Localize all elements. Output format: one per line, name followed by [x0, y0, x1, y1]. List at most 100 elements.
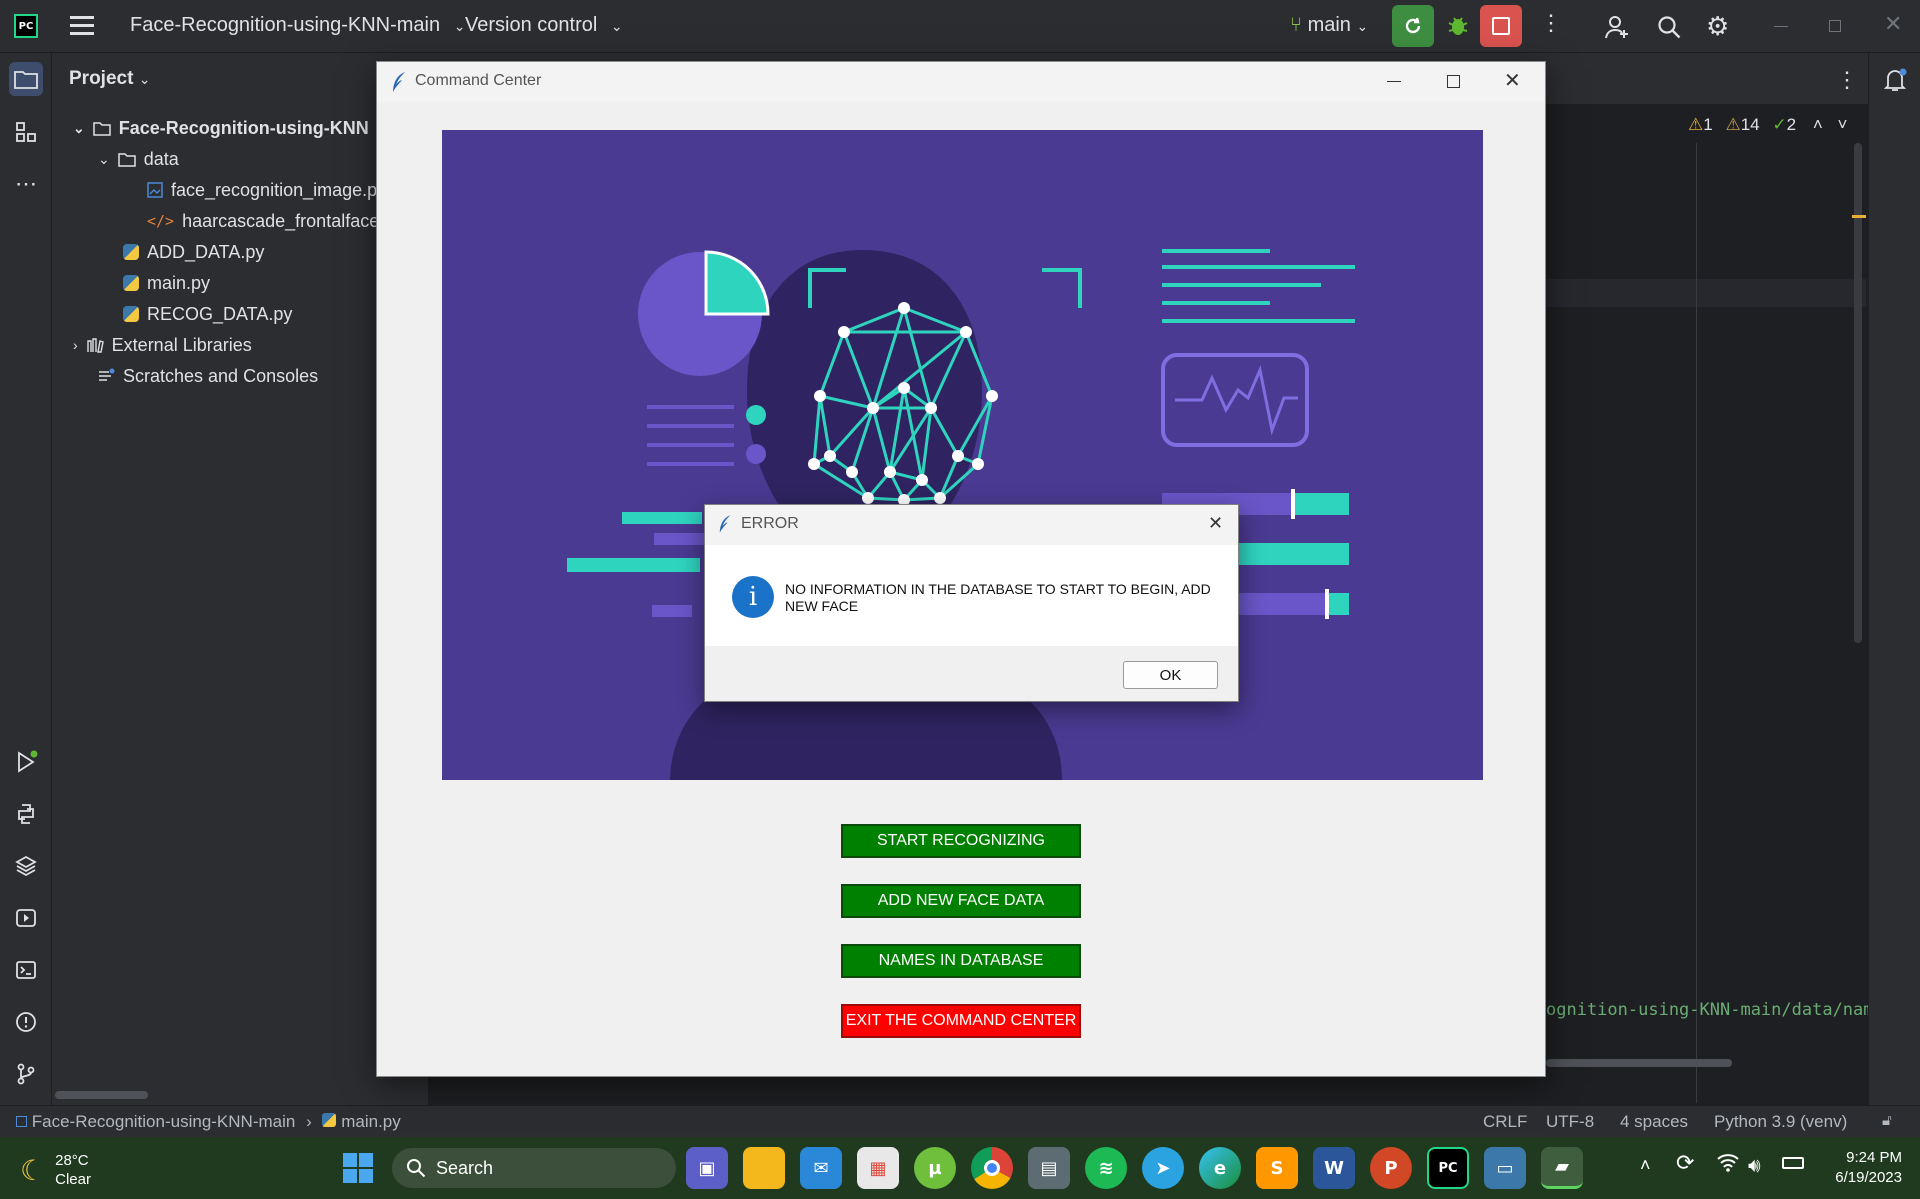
tree-item-label: data — [143, 148, 179, 169]
python-app-icon[interactable]: ▭ — [1484, 1147, 1526, 1189]
vertical-scrollbar[interactable] — [1854, 143, 1862, 643]
indent-widget[interactable]: 4 spaces — [1620, 1112, 1688, 1132]
project-folder-icon[interactable] — [9, 62, 43, 96]
teams-chat-icon[interactable]: ▣ — [686, 1147, 728, 1189]
right-margin-guide — [1696, 143, 1697, 1103]
tree-item-data-folder[interactable]: ⌄ data — [98, 144, 179, 174]
add-user-icon[interactable] — [1604, 14, 1630, 45]
search-icon[interactable] — [1656, 14, 1682, 45]
inspection-widget[interactable]: ⚠1 ⚠14 ✓2 ˄ ˅ — [1688, 115, 1847, 135]
stop-button[interactable] — [1480, 5, 1522, 47]
tree-item-image-file[interactable]: face_recognition_image.p — [147, 175, 377, 205]
close-icon[interactable]: ✕ — [1884, 12, 1902, 37]
show-hidden-icons[interactable]: ˄ — [1640, 1155, 1651, 1176]
editor-horizontal-scrollbar[interactable] — [1546, 1059, 1732, 1067]
close-icon[interactable]: ✕ — [1504, 68, 1521, 92]
telegram-icon[interactable]: ➤ — [1142, 1147, 1184, 1189]
command-center-title-bar[interactable]: Command Center ✕ — [377, 62, 1545, 102]
taskbar-search-box[interactable]: Search — [392, 1148, 676, 1188]
main-menu-icon[interactable] — [70, 14, 94, 36]
breadcrumb-project[interactable]: Face-Recognition-using-KNN-main — [32, 1112, 296, 1131]
pycharm-logo-icon[interactable]: PC — [14, 14, 38, 38]
sublime-text-icon[interactable]: S — [1256, 1147, 1298, 1189]
start-recognizing-button[interactable]: START RECOGNIZING — [841, 824, 1081, 858]
minimize-icon[interactable] — [1387, 81, 1401, 82]
debug-button[interactable] — [1437, 5, 1479, 47]
minimize-icon[interactable] — [1774, 26, 1788, 27]
notifications-icon[interactable] — [1882, 67, 1908, 98]
project-panel-header[interactable]: Project ⌄ — [69, 68, 150, 90]
python-console-icon[interactable] — [9, 797, 43, 831]
settings-gear-icon[interactable]: ⚙ — [1706, 12, 1729, 42]
horizontal-scrollbar[interactable] — [55, 1091, 148, 1099]
weather-widget[interactable]: ☾ 28°C Clear — [20, 1151, 91, 1189]
start-button[interactable] — [343, 1153, 373, 1183]
editor-more-icon[interactable]: ⋮ — [1836, 67, 1858, 93]
services-icon[interactable] — [9, 901, 43, 935]
tree-item-scratches[interactable]: Scratches and Consoles — [97, 361, 318, 391]
volume-icon[interactable]: 🔊︎ — [1748, 1153, 1761, 1177]
lock-icon[interactable]: 🔓︎ — [1882, 1112, 1892, 1129]
folder-icon — [117, 152, 136, 167]
tk-app-taskbar-icon[interactable]: ▰ — [1541, 1147, 1583, 1189]
utorrent-icon[interactable]: µ — [914, 1147, 956, 1189]
microsoft-store-icon[interactable]: ▦ — [857, 1147, 899, 1189]
restore-icon[interactable] — [1829, 20, 1841, 32]
tree-item-xml-file[interactable]: </> haarcascade_frontalface_ — [147, 206, 389, 236]
more-actions-icon[interactable]: ⋮ — [1540, 10, 1562, 36]
terminal-icon[interactable] — [9, 953, 43, 987]
tk-feather-icon — [719, 515, 731, 533]
line-separator-widget[interactable]: CRLF — [1483, 1112, 1527, 1132]
project-panel-title: Project — [69, 68, 134, 89]
tree-item-root[interactable]: ⌄ Face-Recognition-using-KNN — [73, 113, 369, 143]
add-new-face-data-button[interactable]: ADD NEW FACE DATA — [841, 884, 1081, 918]
tree-item-label: RECOG_DATA.py — [147, 303, 293, 324]
word-icon[interactable]: W — [1313, 1147, 1355, 1189]
error-dialog-title-bar[interactable]: ERROR ✕ — [705, 505, 1238, 545]
mail-icon[interactable]: ✉ — [800, 1147, 842, 1189]
edge-icon[interactable]: e — [1199, 1147, 1241, 1189]
encoding-widget[interactable]: UTF-8 — [1546, 1112, 1594, 1132]
exit-command-center-button[interactable]: EXIT THE COMMAND CENTER — [841, 1004, 1081, 1038]
battery-icon[interactable] — [1782, 1157, 1804, 1169]
tree-item-recog-data-py[interactable]: RECOG_DATA.py — [123, 299, 292, 329]
breadcrumb-file[interactable]: main.py — [341, 1112, 401, 1131]
tree-item-label: External Libraries — [111, 334, 252, 355]
version-control-label: Version control — [465, 14, 598, 36]
rerun-button[interactable] — [1392, 5, 1434, 47]
powerpoint-icon[interactable]: P — [1370, 1147, 1412, 1189]
tree-item-label: Scratches and Consoles — [123, 365, 319, 386]
tree-item-main-py[interactable]: main.py — [123, 268, 210, 298]
tree-item-external-libraries[interactable]: › External Libraries — [73, 330, 252, 360]
branch-switcher[interactable]: ⑂ main ⌄ — [1290, 14, 1368, 37]
problems-icon[interactable] — [9, 1005, 43, 1039]
ok-button[interactable]: OK — [1123, 661, 1218, 689]
clock[interactable]: 9:24 PM 6/19/2023 — [1822, 1148, 1902, 1188]
chrome-icon[interactable] — [971, 1147, 1013, 1189]
structure-icon[interactable] — [9, 115, 43, 149]
more-tools-icon[interactable]: ⋯ — [9, 167, 43, 201]
ide-title-bar: PC Face-Recognition-using-KNN-main ⌄ Ver… — [0, 0, 1920, 53]
version-control-menu[interactable]: Version control ⌄ — [465, 14, 623, 37]
clock-date: 6/19/2023 — [1835, 1169, 1902, 1186]
file-explorer-icon[interactable] — [743, 1147, 785, 1189]
calculator-icon[interactable]: ▤ — [1028, 1147, 1070, 1189]
chevron-down-icon: ⌄ — [98, 150, 110, 167]
tree-item-label: Face-Recognition-using-KNN — [118, 117, 369, 138]
chevron-down-icon: ⌄ — [73, 119, 85, 136]
maximize-icon[interactable] — [1447, 75, 1460, 88]
sync-icon[interactable]: ⟳ — [1676, 1151, 1694, 1176]
python-packages-icon[interactable] — [9, 849, 43, 883]
spotify-icon[interactable]: ≋ — [1085, 1147, 1127, 1189]
interpreter-widget[interactable]: Python 3.9 (venv) — [1714, 1112, 1847, 1132]
names-in-database-button[interactable]: NAMES IN DATABASE — [841, 944, 1081, 978]
run-icon[interactable] — [9, 745, 43, 779]
pycharm-taskbar-icon[interactable]: PC — [1427, 1147, 1469, 1189]
tree-item-label: haarcascade_frontalface_ — [182, 210, 390, 231]
wifi-icon[interactable] — [1716, 1151, 1740, 1178]
close-icon[interactable]: ✕ — [1208, 513, 1223, 534]
tree-item-add-data-py[interactable]: ADD_DATA.py — [123, 237, 264, 267]
project-switcher[interactable]: Face-Recognition-using-KNN-main ⌄ — [130, 14, 465, 37]
error-dialog-title: ERROR — [741, 515, 799, 532]
git-icon[interactable] — [9, 1057, 43, 1091]
